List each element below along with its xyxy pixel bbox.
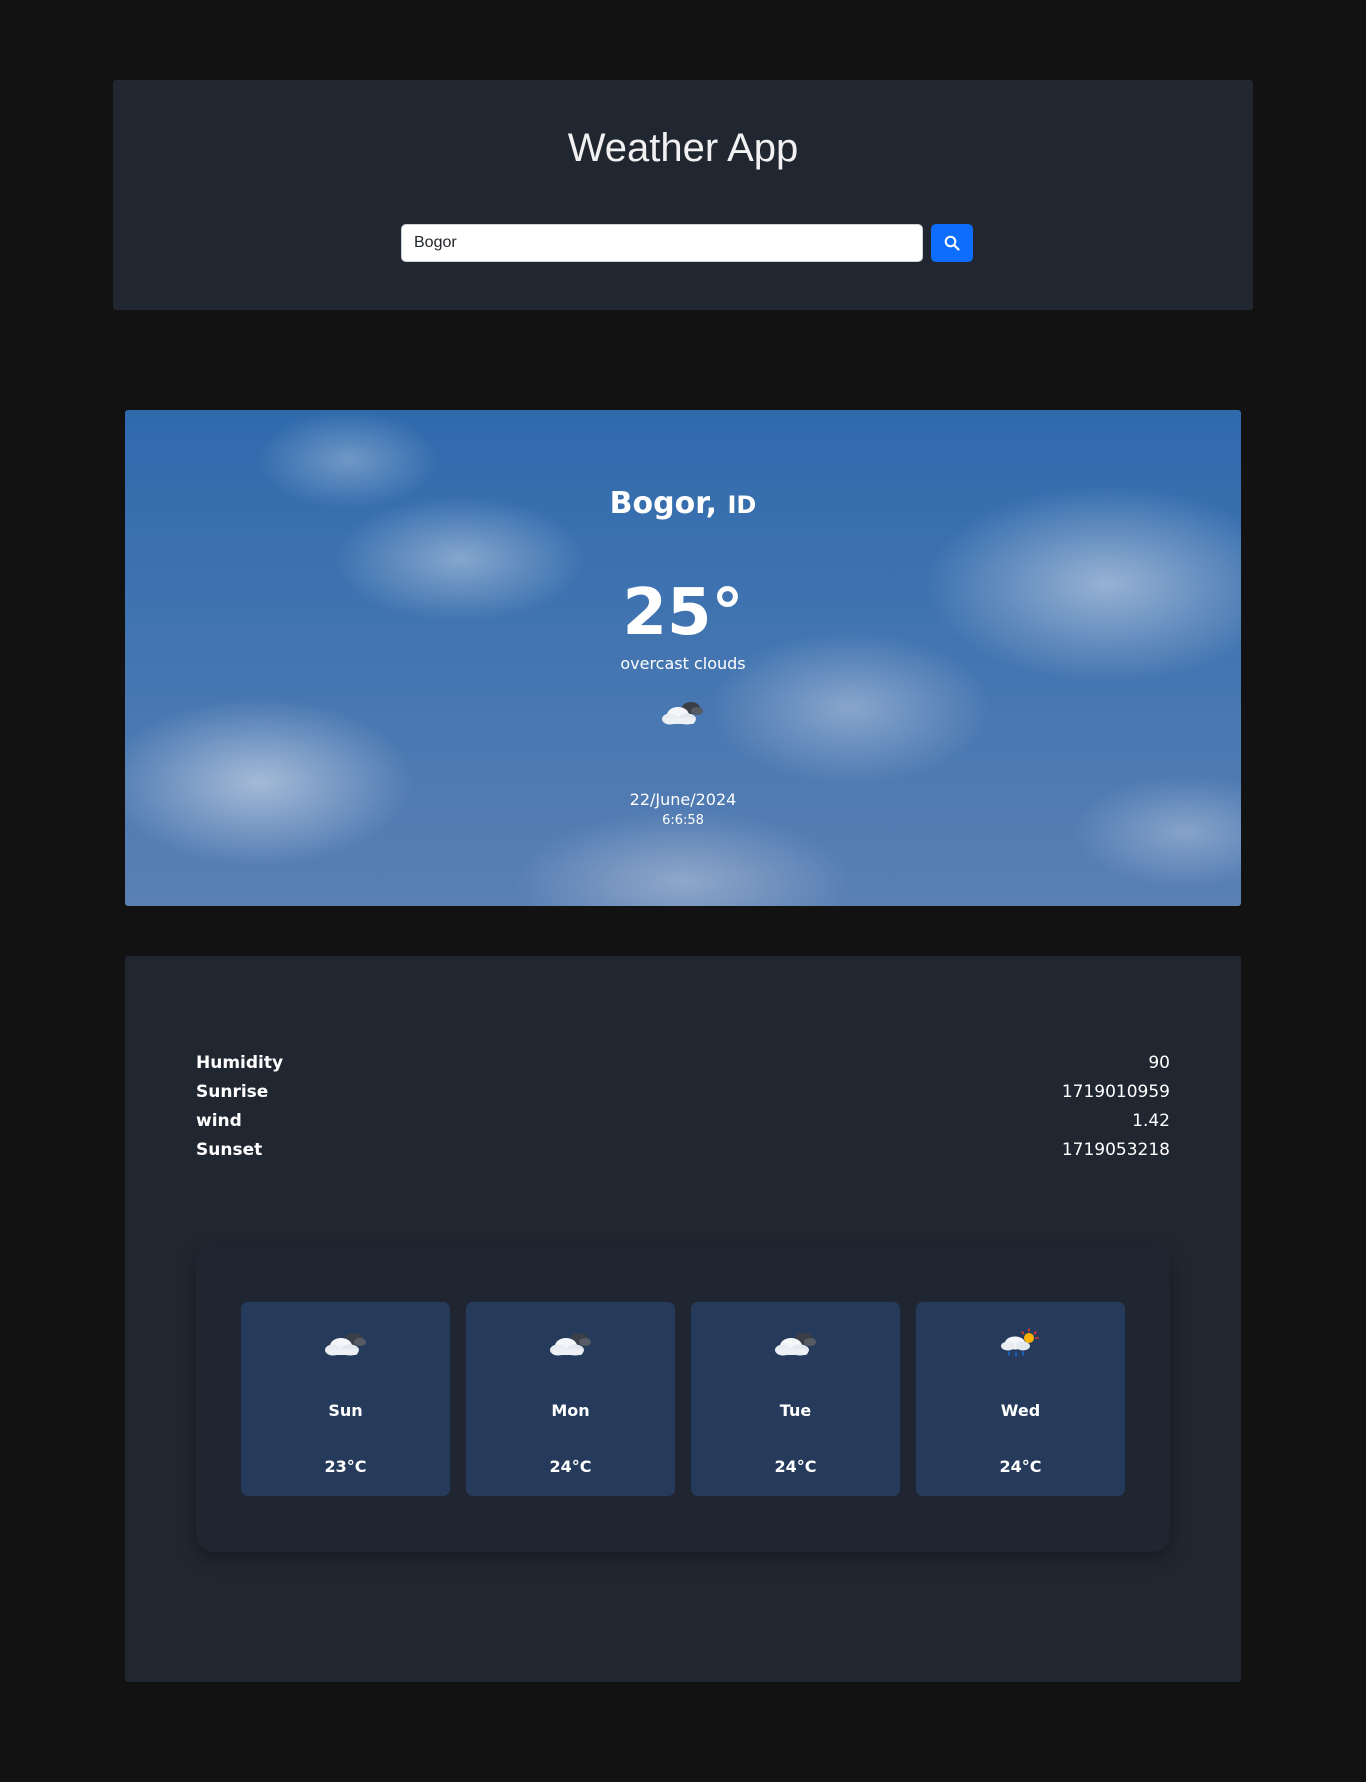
search-input[interactable] bbox=[401, 224, 923, 262]
forecast-card-wed: Wed 24°C bbox=[916, 1302, 1125, 1496]
forecast-card-mon: Mon 24°C bbox=[466, 1302, 675, 1496]
weather-app-page: Weather App Bogor, ID 25° overcast cloud… bbox=[0, 0, 1366, 1782]
stat-label: Sunrise bbox=[196, 1081, 269, 1102]
forecast-card-sun: Sun 23°C bbox=[241, 1302, 450, 1496]
stat-value: 1.42 bbox=[1132, 1110, 1170, 1131]
header-panel: Weather App bbox=[113, 80, 1253, 310]
forecast-day: Mon bbox=[551, 1401, 590, 1420]
stat-row-humidity: Humidity 90 bbox=[196, 1048, 1170, 1077]
stat-value: 1719053218 bbox=[1061, 1139, 1170, 1160]
stat-row-wind: wind 1.42 bbox=[196, 1106, 1170, 1135]
stat-value: 90 bbox=[1148, 1052, 1170, 1073]
cloudy-icon bbox=[662, 702, 703, 725]
sun-rain-icon bbox=[1000, 1328, 1039, 1357]
search-row bbox=[401, 224, 973, 262]
country-code: ID bbox=[727, 491, 757, 519]
stat-row-sunset: Sunset 1719053218 bbox=[196, 1135, 1170, 1164]
current-time: 6:6:58 bbox=[662, 813, 704, 828]
stats-list: Humidity 90 Sunrise 1719010959 wind 1.42… bbox=[196, 1048, 1170, 1164]
stat-label: Sunset bbox=[196, 1139, 263, 1160]
stat-value: 1719010959 bbox=[1061, 1081, 1170, 1102]
forecast-card-tue: Tue 24°C bbox=[691, 1302, 900, 1496]
details-panel: Humidity 90 Sunrise 1719010959 wind 1.42… bbox=[125, 956, 1241, 1682]
forecast-day: Tue bbox=[779, 1401, 812, 1420]
stat-row-sunrise: Sunrise 1719010959 bbox=[196, 1077, 1170, 1106]
current-temperature: 25° bbox=[622, 576, 744, 650]
forecast-panel: Sun 23°C Mon 24°C Tue 24°C Wed 24°C bbox=[196, 1246, 1170, 1552]
forecast-temp: 24°C bbox=[999, 1457, 1042, 1476]
city-heading: Bogor, ID bbox=[125, 486, 1241, 521]
cloudy-icon bbox=[549, 1333, 591, 1356]
forecast-day: Sun bbox=[328, 1401, 363, 1420]
stat-label: wind bbox=[196, 1110, 242, 1131]
current-weather-card: Bogor, ID 25° overcast clouds 22/June/20… bbox=[125, 410, 1241, 906]
forecast-temp: 24°C bbox=[549, 1457, 592, 1476]
search-icon bbox=[944, 235, 960, 251]
cloudy-icon bbox=[324, 1333, 366, 1356]
weather-description: overcast clouds bbox=[620, 654, 746, 673]
stat-label: Humidity bbox=[196, 1052, 284, 1073]
city-name: Bogor, bbox=[609, 486, 718, 521]
forecast-list: Sun 23°C Mon 24°C Tue 24°C Wed 24°C bbox=[241, 1302, 1125, 1496]
forecast-temp: 24°C bbox=[774, 1457, 817, 1476]
page-title: Weather App bbox=[567, 126, 799, 170]
title-wrap: Weather App bbox=[113, 126, 1253, 171]
forecast-temp: 23°C bbox=[324, 1457, 367, 1476]
search-button[interactable] bbox=[931, 224, 973, 262]
cloudy-icon bbox=[774, 1333, 816, 1356]
current-date: 22/June/2024 bbox=[629, 790, 737, 809]
forecast-day: Wed bbox=[1000, 1401, 1041, 1420]
